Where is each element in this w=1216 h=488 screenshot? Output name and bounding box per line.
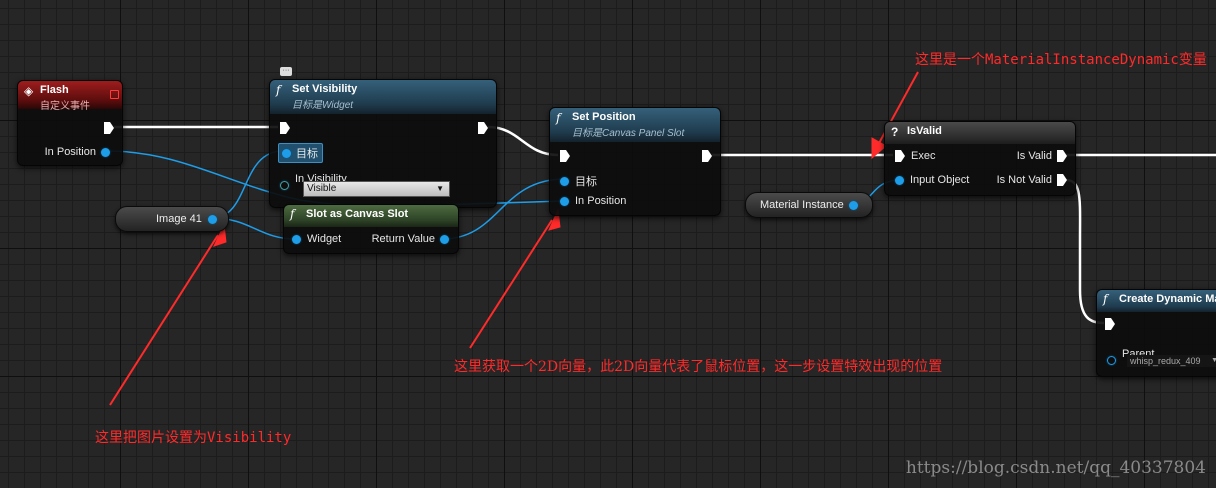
node-title: Slot as Canvas Slot — [306, 208, 409, 220]
dropdown-value: Visible — [307, 183, 337, 194]
create-dynamic-material-node[interactable]: f Create Dynamic Ma Parent whisp_redux_4… — [1096, 289, 1216, 377]
function-icon: f — [276, 83, 281, 97]
set-visibility-node[interactable]: f Set Visibility 目标是Widget 目标 In Visibil… — [269, 79, 497, 208]
is-valid-header[interactable]: ? IsValid — [885, 122, 1075, 144]
wires-layer — [107, 71, 1216, 406]
node-subtitle: 目标是Canvas Panel Slot — [572, 128, 685, 139]
object-pin-icon — [895, 175, 904, 185]
exec-pin-icon — [280, 122, 290, 134]
set-position-exec-out-pin[interactable] — [702, 150, 712, 162]
annotation-mouse-position: 这里获取一个2D向量，此2D向量代表了鼠标位置，这一步设置特效出现的位置 — [454, 359, 943, 375]
function-icon: f — [556, 111, 561, 125]
slot-as-canvas-slot-header[interactable]: f Slot as Canvas Slot — [284, 205, 458, 227]
exec-pin-icon — [895, 150, 905, 162]
object-pin-icon — [1107, 356, 1116, 365]
flash-exec-out-pin[interactable] — [104, 122, 114, 134]
node-title: Flash — [40, 84, 69, 96]
variable-label: Material Instance — [760, 199, 844, 211]
pin-label: Input Object — [910, 174, 970, 186]
image41-variable-node[interactable]: Image 41 — [115, 206, 229, 232]
breakpoint-icon[interactable] — [110, 90, 119, 99]
pin-label: 目标 — [575, 176, 597, 188]
question-mark-icon: ? — [891, 125, 899, 139]
asset-value: whisp_redux_409 — [1130, 356, 1201, 366]
exec-pin-icon — [1057, 150, 1067, 162]
parent-asset-picker[interactable]: whisp_redux_409 ▼ — [1127, 355, 1216, 367]
function-icon: f — [290, 207, 295, 221]
pin-label: In Position — [44, 146, 96, 158]
object-pin-icon[interactable] — [848, 200, 858, 210]
dropdown-arrow-icon: ▼ — [436, 184, 444, 193]
exec-pin-icon — [560, 150, 570, 162]
slot-widget-pin[interactable]: Widget — [292, 233, 341, 245]
slot-return-value-pin[interactable]: Return Value — [372, 233, 449, 245]
exec-pin-icon — [1105, 318, 1115, 330]
object-pin-icon — [282, 148, 291, 158]
set-visibility-exec-in-pin[interactable] — [280, 122, 290, 134]
flash-event-header[interactable]: ◈ Flash 自定义事件 — [18, 81, 122, 112]
exec-pin-icon — [1057, 174, 1067, 186]
object-pin-icon — [560, 176, 569, 186]
exec-wire — [487, 125, 559, 157]
node-title: IsValid — [907, 125, 942, 137]
visibility-dropdown[interactable]: Visible ▼ — [303, 181, 450, 197]
function-icon: f — [1103, 292, 1108, 306]
flash-in-position-pin[interactable]: In Position — [45, 146, 110, 158]
node-subtitle: 自定义事件 — [40, 101, 90, 112]
vector2d-pin-icon — [101, 147, 110, 157]
set-position-in-position-pin[interactable]: In Position — [560, 195, 626, 207]
dropdown-arrow-icon: ▼ — [1211, 357, 1216, 364]
create-dynamic-material-header[interactable]: f Create Dynamic Ma — [1097, 290, 1216, 312]
node-title: Set Visibility — [292, 83, 358, 95]
set-visibility-exec-out-pin[interactable] — [478, 122, 488, 134]
object-pin-icon — [440, 234, 449, 244]
pin-label: 目标 — [296, 148, 318, 160]
pin-label: Return Value — [371, 233, 435, 245]
object-pin-icon — [292, 234, 301, 244]
node-title: Create Dynamic Ma — [1119, 293, 1216, 305]
annotation-material-variable: 这里是一个MaterialInstanceDynamic变量 — [915, 52, 1207, 68]
node-title: Set Position — [572, 111, 636, 123]
set-position-exec-in-pin[interactable] — [560, 150, 570, 162]
event-diamond-icon: ◈ — [24, 84, 34, 98]
enum-pin-icon — [280, 181, 289, 190]
set-visibility-target-pin[interactable]: 目标 — [278, 143, 323, 163]
set-position-header[interactable]: f Set Position 目标是Canvas Panel Slot — [550, 108, 720, 142]
create-dynamic-exec-in-pin[interactable] — [1105, 318, 1115, 330]
is-valid-exec-pin[interactable]: Exec — [895, 150, 935, 162]
pin-label: Is Not Valid — [996, 174, 1052, 186]
object-pin-icon[interactable] — [207, 214, 217, 224]
exec-pin-icon — [478, 122, 488, 134]
watermark: https://blog.csdn.net/qq_40337804 — [905, 458, 1206, 478]
slot-as-canvas-slot-node[interactable]: f Slot as Canvas Slot Widget Return Valu… — [283, 204, 459, 254]
pin-label: In Position — [575, 195, 627, 207]
is-valid-node[interactable]: ? IsValid Exec Input Object Is Valid Is … — [884, 121, 1076, 196]
annotation-visibility: 这里把图片设置为Visibility — [95, 430, 292, 446]
pin-label: Is Valid — [1016, 150, 1052, 162]
set-position-node[interactable]: f Set Position 目标是Canvas Panel Slot 目标 I… — [549, 107, 721, 216]
is-valid-false-pin[interactable]: Is Not Valid — [997, 174, 1067, 186]
vector2d-pin-icon — [560, 196, 569, 206]
is-valid-true-pin[interactable]: Is Valid — [1017, 150, 1067, 162]
pin-label: Exec — [911, 150, 936, 162]
node-subtitle: 目标是Widget — [292, 100, 354, 111]
comment-bubble-icon[interactable]: ··· — [280, 67, 292, 76]
exec-pin-icon — [702, 150, 712, 162]
exec-pin-icon — [104, 122, 114, 134]
set-visibility-header[interactable]: f Set Visibility 目标是Widget — [270, 80, 496, 114]
flash-event-node[interactable]: ◈ Flash 自定义事件 In Position — [17, 80, 123, 166]
set-position-target-pin[interactable]: 目标 — [560, 173, 597, 189]
variable-label: Image 41 — [156, 213, 202, 225]
material-instance-variable-node[interactable]: Material Instance — [745, 192, 873, 218]
pin-label: Widget — [307, 233, 342, 245]
is-valid-input-object-pin[interactable]: Input Object — [895, 174, 969, 186]
